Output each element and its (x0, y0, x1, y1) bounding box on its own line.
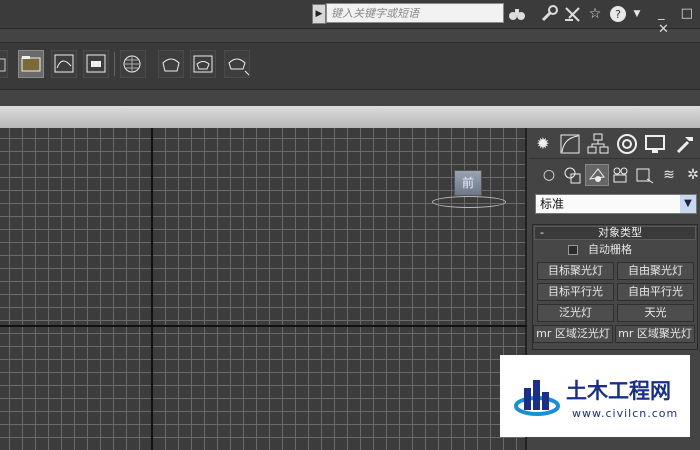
star-icon[interactable]: ☆ (584, 4, 606, 24)
toolbar-button-material-editor[interactable] (120, 50, 146, 78)
watermark-url: www.civilcn.com (572, 407, 679, 420)
shapes-category-icon[interactable] (561, 164, 585, 186)
tools-icon[interactable] (562, 4, 584, 24)
chevron-down-icon[interactable]: ▼ (680, 195, 696, 213)
autogrid-checkbox[interactable] (568, 245, 578, 255)
helpers-category-icon[interactable] (633, 164, 657, 186)
motion-tab-icon[interactable] (614, 132, 640, 156)
geometry-category-icon[interactable]: ○ (537, 164, 561, 186)
autogrid-label: 自动栅格 (588, 243, 632, 256)
toolbar-button-render-setup[interactable] (158, 50, 184, 78)
search-input[interactable]: 键入关键字或短语 (326, 3, 504, 23)
wrench-icon[interactable] (538, 4, 560, 24)
viewport-grid[interactable] (0, 128, 527, 450)
systems-category-icon[interactable]: ✲ (681, 164, 700, 186)
rollout-title: 对象类型 (598, 226, 642, 239)
ribbon-strip (0, 106, 700, 128)
viewport-axis-vertical (151, 128, 153, 450)
light-object-label: 前 (461, 176, 474, 190)
omni-button[interactable]: 泛光灯 (537, 304, 614, 322)
toolbar-button-render-frame[interactable] (190, 50, 216, 78)
skylight-button[interactable]: 天光 (617, 304, 694, 322)
svg-text:?: ? (615, 8, 621, 21)
display-tab-icon[interactable] (642, 132, 668, 156)
free-spot-button[interactable]: 自由聚光灯 (617, 262, 694, 280)
search-expand-arrow[interactable]: ▶ (312, 4, 326, 24)
watermark-logo-icon (512, 372, 562, 422)
spacewarps-category-icon[interactable]: ≋ (657, 164, 681, 186)
utilities-tab-icon[interactable] (672, 132, 698, 156)
toolbar-button-render[interactable] (224, 50, 250, 78)
toolbar-button-curve-editor[interactable] (51, 50, 77, 78)
viewport-axis-horizontal (0, 325, 527, 327)
modify-tab-icon[interactable] (557, 132, 583, 156)
rollout-collapse-toggle[interactable]: - (540, 226, 550, 240)
object-category-select[interactable]: 标准 (535, 194, 697, 214)
light-target-ring (432, 196, 506, 208)
free-direct-button[interactable]: 自由平行光 (617, 283, 694, 301)
create-tab-icon[interactable]: ✹ (530, 132, 556, 156)
target-direct-button[interactable]: 目标平行光 (537, 283, 614, 301)
cameras-category-icon[interactable] (609, 164, 633, 186)
mr-area-spot-button[interactable]: mr 区域聚光灯 (615, 325, 695, 343)
target-spot-button[interactable]: 目标聚光灯 (537, 262, 614, 280)
hierarchy-tab-icon[interactable] (585, 132, 611, 156)
toolbar-button-schematic[interactable] (83, 50, 109, 78)
mr-area-omni-button[interactable]: mr 区域泛光灯 (533, 325, 613, 343)
help-dropdown-icon[interactable]: ▼ (626, 4, 648, 24)
toolbar-button-cut-off[interactable] (0, 50, 8, 78)
window-controls[interactable]: _ □ ✕ (658, 6, 700, 37)
toolbar-separator (114, 52, 115, 76)
binoculars-icon[interactable] (506, 4, 528, 24)
watermark-title: 土木工程网 (566, 379, 671, 403)
toolbar-button-folder[interactable] (18, 50, 44, 78)
lights-category-icon[interactable] (585, 164, 609, 186)
